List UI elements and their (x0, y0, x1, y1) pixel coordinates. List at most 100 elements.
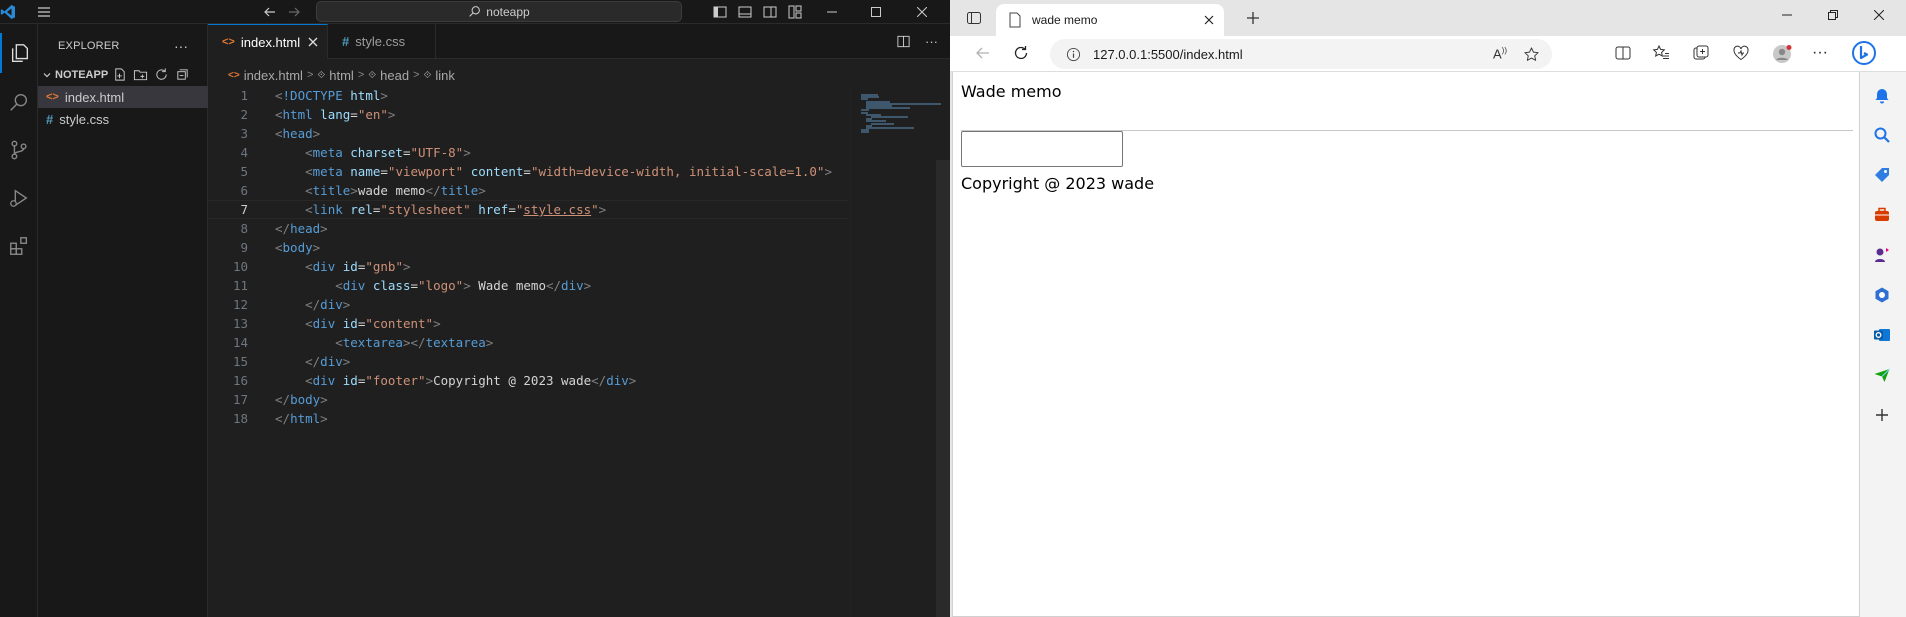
add-sidebar-app-icon[interactable] (1873, 406, 1891, 424)
drop-send-icon[interactable] (1873, 366, 1891, 384)
new-folder-icon[interactable] (133, 67, 148, 82)
new-file-icon[interactable] (112, 67, 127, 82)
read-aloud-icon[interactable]: A)) (1493, 46, 1507, 61)
browser-essentials-icon[interactable] (1732, 44, 1750, 62)
collections-icon[interactable] (1692, 44, 1710, 62)
code-line[interactable]: 11 <div class="logo"> Wade memo</div> (208, 276, 848, 295)
code-line[interactable]: 10 <div id="gnb"> (208, 257, 848, 276)
minimize-button[interactable] (810, 0, 854, 24)
line-number: 3 (240, 126, 248, 141)
code-line[interactable]: 3 <head> (208, 124, 848, 143)
arrow-left-icon[interactable] (262, 4, 278, 20)
arrow-right-icon[interactable] (286, 4, 302, 20)
address-bar[interactable]: 127.0.0.1:5500/index.html A)) (1050, 39, 1552, 69)
code-line[interactable]: 5 <meta name="viewport" content="width=d… (208, 162, 848, 181)
file-item-index-html[interactable]: <> index.html (38, 86, 208, 108)
toggle-panel-icon[interactable] (737, 4, 753, 20)
extensions-activity-button[interactable] (0, 226, 38, 266)
tools-briefcase-icon[interactable] (1873, 206, 1891, 224)
code-line[interactable]: 1 <!DOCTYPE html> (208, 86, 848, 105)
code-line[interactable]: 15 </div> (208, 352, 848, 371)
tab-index-html[interactable]: <> index.html (208, 24, 328, 59)
minimap-line (865, 127, 915, 129)
shopping-tag-icon[interactable] (1873, 166, 1891, 184)
line-number: 10 (232, 259, 248, 274)
favorites-icon[interactable] (1652, 44, 1670, 62)
line-number: 16 (232, 373, 248, 388)
tab-actions-icon[interactable] (966, 10, 982, 26)
breadcrumb-item[interactable]: link (435, 68, 455, 83)
line-number: 9 (240, 240, 248, 255)
code-line[interactable]: 17 </body> (208, 390, 848, 409)
notification-bell-icon[interactable] (1873, 86, 1891, 104)
run-debug-activity-button[interactable] (0, 178, 38, 218)
close-tab-icon[interactable] (308, 37, 318, 47)
line-number: 2 (240, 107, 248, 122)
source-control-activity-button[interactable] (0, 130, 38, 170)
code-line[interactable]: 18 </html> (208, 409, 848, 428)
file-item-style-css[interactable]: # style.css (38, 108, 208, 130)
profile-avatar[interactable] (1772, 44, 1792, 64)
code-text: <textarea></textarea> (335, 335, 494, 350)
code-editor[interactable]: 1 <!DOCTYPE html> 2 <html lang="en"> 3 <head>… (208, 86, 848, 617)
code-line[interactable]: 14 <textarea></textarea> (208, 333, 848, 352)
more-actions-icon[interactable]: ··· (174, 38, 188, 54)
games-icon[interactable] (1873, 246, 1891, 264)
bing-copilot-icon[interactable] (1852, 41, 1876, 65)
code-line[interactable]: 12 </div> (208, 295, 848, 314)
close-window-button[interactable] (1856, 0, 1902, 30)
close-window-button[interactable] (900, 0, 944, 24)
explorer-activity-button[interactable] (0, 33, 38, 73)
run-debug-icon (8, 187, 30, 209)
outlook-icon[interactable] (1873, 326, 1891, 344)
html-file-icon: <> (228, 69, 240, 81)
chevron-right-icon: > (357, 69, 365, 81)
code-text: <meta charset="UTF-8"> (305, 145, 471, 160)
refresh-icon[interactable] (154, 67, 169, 82)
memo-textarea[interactable] (961, 131, 1123, 167)
code-line[interactable]: 9 <body> (208, 238, 848, 257)
split-screen-icon[interactable] (1614, 44, 1632, 62)
microsoft-365-icon[interactable] (1873, 286, 1891, 304)
refresh-icon[interactable] (1012, 44, 1030, 62)
settings-more-icon[interactable]: ··· (1812, 44, 1828, 62)
search-activity-button[interactable] (0, 82, 38, 122)
search-icon[interactable] (1873, 126, 1891, 144)
split-editor-icon[interactable] (896, 34, 911, 49)
favorite-star-icon[interactable] (1523, 46, 1540, 63)
line-number: 11 (232, 278, 248, 293)
more-actions-icon[interactable]: ··· (925, 34, 938, 49)
element-icon: ⟐ (423, 69, 432, 81)
maximize-button[interactable] (854, 0, 898, 24)
collapse-all-icon[interactable] (175, 67, 190, 82)
browser-tab[interactable]: wade memo (996, 4, 1224, 36)
code-line[interactable]: 13 <div id="content"> (208, 314, 848, 333)
toggle-primary-sidebar-icon[interactable] (712, 4, 728, 20)
breadcrumb-item[interactable]: html (329, 68, 354, 83)
close-tab-icon[interactable] (1204, 15, 1214, 25)
html-file-icon: <> (222, 36, 235, 48)
code-line[interactable]: 7 <link rel="stylesheet" href="style.css… (208, 200, 848, 219)
back-icon[interactable] (974, 44, 992, 62)
editor-scrollbar[interactable] (936, 160, 950, 617)
code-line[interactable]: 8 </head> (208, 219, 848, 238)
minimize-icon (1782, 10, 1792, 20)
minimize-button[interactable] (1764, 0, 1810, 30)
breadcrumb-item[interactable]: index.html (244, 68, 303, 83)
code-line[interactable]: 4 <meta charset="UTF-8"> (208, 143, 848, 162)
tab-style-css[interactable]: # style.css (328, 24, 436, 59)
maximize-button[interactable] (1810, 0, 1856, 30)
toggle-secondary-sidebar-icon[interactable] (762, 4, 778, 20)
code-line[interactable]: 6 <title>wade memo</title> (208, 181, 848, 200)
info-icon[interactable] (1066, 47, 1081, 62)
breadcrumb-item[interactable]: head (380, 68, 409, 83)
hamburger-menu-icon[interactable] (36, 4, 52, 20)
code-line[interactable]: 16 <div id="footer">Copyright @ 2023 wad… (208, 371, 848, 390)
command-center-search[interactable]: noteapp (316, 1, 682, 22)
customize-layout-icon[interactable] (787, 4, 803, 20)
minimap[interactable] (850, 86, 950, 617)
line-number: 4 (240, 145, 248, 160)
folder-header[interactable]: NOTEAPP (38, 64, 208, 86)
new-tab-icon[interactable] (1245, 10, 1261, 26)
code-line[interactable]: 2 <html lang="en"> (208, 105, 848, 124)
